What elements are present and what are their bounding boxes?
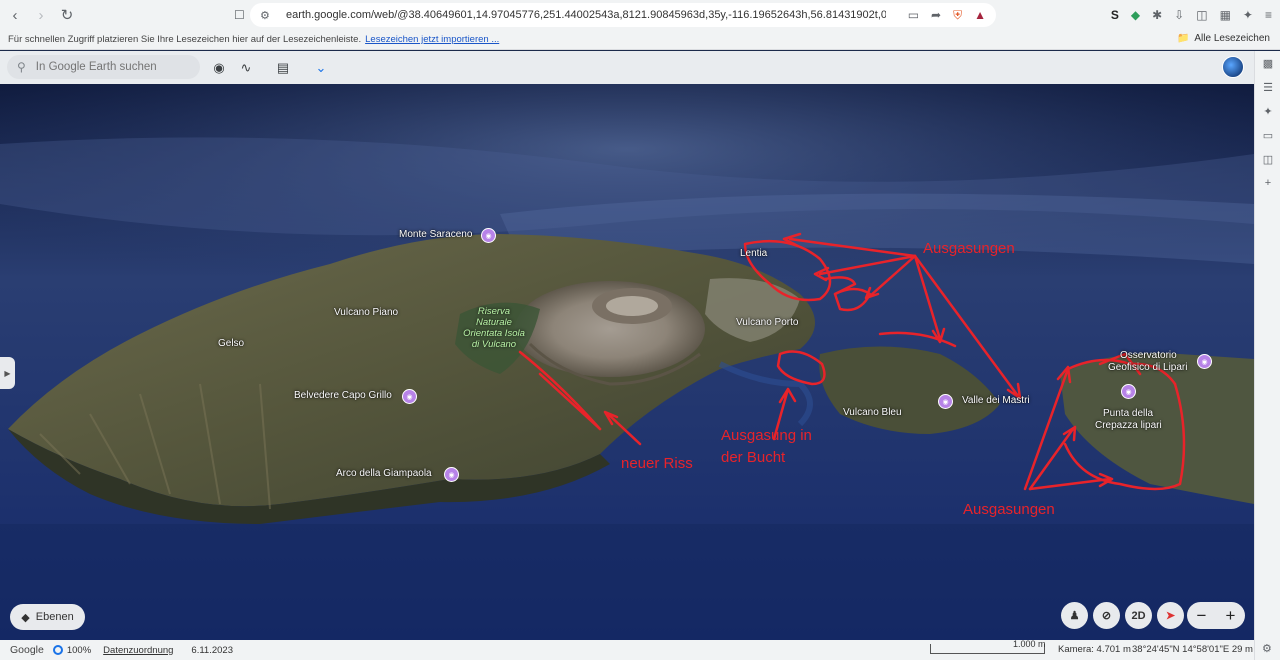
extension-s-icon[interactable]: S bbox=[1111, 8, 1119, 22]
menu-icon[interactable]: ≡ bbox=[1265, 8, 1272, 22]
add-panel-icon[interactable]: + bbox=[1255, 171, 1280, 195]
google-logo: Google bbox=[10, 644, 44, 656]
brave-shield-icon[interactable]: ⛨ bbox=[953, 8, 962, 23]
download-icon[interactable]: ⇩ bbox=[1174, 8, 1184, 22]
loading-indicator-icon bbox=[52, 645, 63, 655]
search-input[interactable] bbox=[35, 61, 186, 73]
ruler-icon[interactable]: ▤ bbox=[274, 59, 292, 77]
reload-button[interactable]: ↻ bbox=[56, 4, 78, 26]
search-box[interactable]: ⚲ bbox=[7, 55, 200, 79]
view-2d-button[interactable]: 2D bbox=[1125, 602, 1152, 629]
zoom-controls: − + bbox=[1187, 602, 1245, 629]
leo-panel-icon[interactable]: ✦ bbox=[1255, 99, 1280, 123]
cursor-coordinates: 38°24'45"N 14°58'01"E 29 m bbox=[1132, 644, 1253, 655]
browser-side-panel: ▩ ☰ ✦ ▭ ◫ + bbox=[1254, 51, 1280, 660]
earth-toolbar: ⚲ ◉ ∿ ▤ ⌄ bbox=[0, 51, 1254, 84]
reserve-label[interactable]: Riserva Naturale Orientata Isola di Vulc… bbox=[456, 306, 532, 350]
place-gelso[interactable]: Gelso bbox=[218, 338, 244, 349]
panel-wallet-icon[interactable]: ▩ bbox=[1255, 51, 1280, 75]
annotation-bucht-line1: Ausgasung in bbox=[721, 427, 812, 444]
annotation-ausgasungen-top: Ausgasungen bbox=[923, 240, 1015, 257]
layers-button[interactable]: ◆ Ebenen bbox=[10, 604, 85, 630]
browser-toolbar: ‹ › ↻ ☐ ⚙ earth.google.com/web/@38.40649… bbox=[0, 0, 1280, 30]
poi-camera-icon[interactable]: ◉ bbox=[1197, 354, 1212, 369]
all-bookmarks-label: Alle Lesezeichen bbox=[1194, 33, 1270, 44]
wallet-icon[interactable]: ▦ bbox=[1220, 8, 1231, 22]
attribution-link[interactable]: Datenzuordnung bbox=[103, 645, 173, 656]
forward-button[interactable]: › bbox=[30, 4, 52, 26]
search-icon: ⚲ bbox=[17, 60, 26, 74]
poi-camera-icon[interactable]: ◉ bbox=[481, 228, 496, 243]
address-bar[interactable]: ☐ ⚙ earth.google.com/web/@38.40649601,14… bbox=[234, 3, 996, 27]
place-osservatorio-line1[interactable]: Osservatorio bbox=[1120, 350, 1177, 361]
share-icon[interactable]: ➦ bbox=[931, 8, 941, 22]
path-icon[interactable]: ∿ bbox=[236, 59, 256, 77]
reserve-line1: Riserva bbox=[477, 306, 511, 317]
place-monte-saraceno[interactable]: Monte Saraceno bbox=[399, 229, 472, 240]
brave-rewards-icon[interactable]: ▲ bbox=[974, 8, 986, 22]
placemark-icon[interactable]: ◉ bbox=[210, 59, 228, 77]
back-button[interactable]: ‹ bbox=[4, 4, 26, 26]
place-arco-della-giampaola[interactable]: Arco della Giampaola bbox=[336, 468, 432, 479]
reserve-line4: di Vulcano bbox=[471, 339, 517, 350]
status-bar: Google 100% Datenzuordnung 6.11.2023 1.0… bbox=[0, 639, 1254, 660]
place-vulcano-piano[interactable]: Vulcano Piano bbox=[334, 307, 398, 318]
place-valle-dei-mastri[interactable]: Valle dei Mastri bbox=[962, 395, 1030, 406]
imagery-date: 6.11.2023 bbox=[191, 644, 233, 656]
reading-list-icon[interactable]: ☰ bbox=[1255, 75, 1280, 99]
zoom-out-button[interactable]: − bbox=[1197, 606, 1207, 626]
annotation-bucht-line2: der Bucht bbox=[721, 449, 786, 466]
poi-camera-icon[interactable]: ◉ bbox=[938, 394, 953, 409]
compass-icon[interactable]: ➤ bbox=[1157, 602, 1184, 629]
street-view-pegman-icon[interactable]: ♟ bbox=[1061, 602, 1088, 629]
place-osservatorio-line2[interactable]: Geofisico di Lipari bbox=[1108, 362, 1187, 373]
layers-icon: ◆ bbox=[21, 611, 30, 624]
globe-avatar-icon[interactable] bbox=[1222, 56, 1244, 78]
side-panel-toggle-button[interactable]: ▶ bbox=[0, 357, 15, 389]
url-text[interactable]: earth.google.com/web/@38.40649601,14.970… bbox=[286, 9, 886, 21]
annotation-neuer-riss: neuer Riss bbox=[621, 455, 693, 472]
bookmarks-hint: Für schnellen Zugriff platzieren Sie Ihr… bbox=[8, 34, 362, 45]
load-percent: 100% bbox=[66, 644, 92, 656]
scale-label: 1.000 m bbox=[1013, 639, 1046, 649]
import-bookmarks-link[interactable]: Lesezeichen jetzt importieren ... bbox=[365, 34, 499, 45]
place-belvedere[interactable]: Belvedere Capo Grillo bbox=[294, 390, 392, 401]
bookmarks-bar: Für schnellen Zugriff platzieren Sie Ihr… bbox=[0, 30, 1280, 50]
folder-icon: 📁 bbox=[1176, 33, 1190, 44]
reserve-line3: Orientata Isola bbox=[463, 328, 525, 339]
map-imagery bbox=[0, 84, 1254, 640]
place-punta-line2[interactable]: Crepazza lipari bbox=[1095, 420, 1162, 431]
leo-icon[interactable]: ✦ bbox=[1243, 8, 1253, 22]
bookmarks-panel-icon[interactable]: ◫ bbox=[1255, 147, 1280, 171]
shield-check-icon[interactable]: ◆ bbox=[1131, 8, 1140, 22]
place-vulcano-porto[interactable]: Vulcano Porto bbox=[736, 317, 798, 328]
media-icon[interactable]: ▭ bbox=[1255, 123, 1280, 147]
annotation-ausgasungen-bottom: Ausgasungen bbox=[963, 501, 1055, 518]
site-info-icon[interactable]: ⚙ bbox=[260, 9, 270, 22]
earth-3d-view[interactable]: Monte Saraceno ◉ Lentia Vulcano Piano Ge… bbox=[0, 84, 1254, 640]
zoom-in-button[interactable]: + bbox=[1226, 606, 1236, 626]
poi-camera-icon[interactable]: ◉ bbox=[402, 389, 417, 404]
reserve-line2: Naturale bbox=[476, 317, 512, 328]
extensions-icon[interactable]: ✱ bbox=[1152, 8, 1162, 22]
sidebar-icon[interactable]: ◫ bbox=[1196, 8, 1207, 22]
place-lentia[interactable]: Lentia bbox=[740, 248, 767, 259]
settings-gear-icon[interactable]: ⚙ bbox=[1262, 642, 1272, 655]
place-punta-line1[interactable]: Punta della bbox=[1103, 408, 1153, 419]
reset-tilt-icon[interactable]: ⊘ bbox=[1093, 602, 1120, 629]
bookmark-star-icon[interactable]: ☐ bbox=[234, 8, 245, 22]
cast-icon[interactable]: ▭ bbox=[908, 8, 919, 22]
layers-label: Ebenen bbox=[35, 611, 74, 623]
camera-altitude: Kamera: 4.701 m bbox=[1058, 644, 1131, 655]
poi-camera-icon[interactable]: ◉ bbox=[1121, 384, 1136, 399]
place-vulcano-bleu[interactable]: Vulcano Bleu bbox=[843, 407, 902, 418]
chevron-down-icon[interactable]: ⌄ bbox=[312, 59, 330, 77]
all-bookmarks-button[interactable]: 📁 Alle Lesezeichen bbox=[1177, 33, 1270, 44]
poi-camera-icon[interactable]: ◉ bbox=[444, 467, 459, 482]
